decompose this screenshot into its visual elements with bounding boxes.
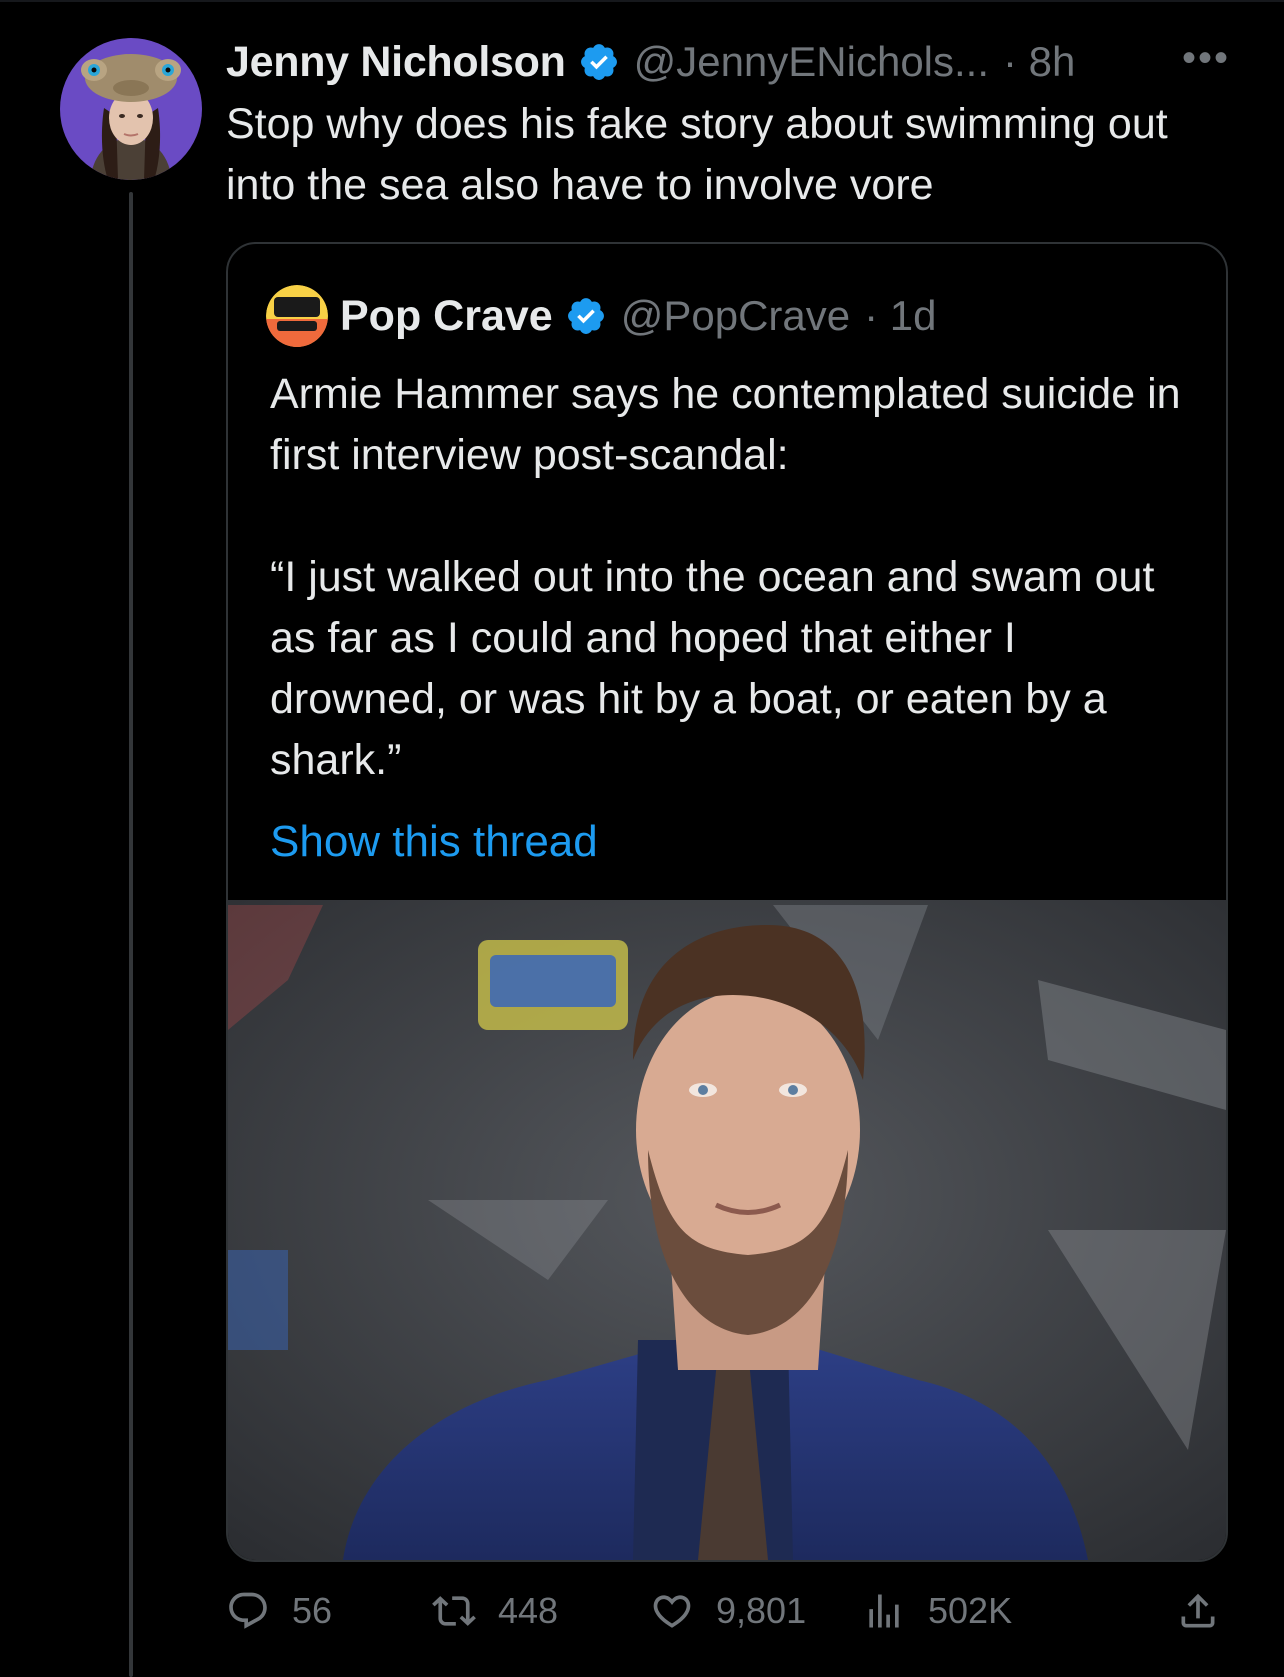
quoted-author-avatar[interactable] [266,285,328,347]
author-handle[interactable]: @JennyENichols... [634,38,989,86]
author-name[interactable]: Jenny Nicholson [226,38,566,87]
thread-line [129,192,133,1677]
quoted-tweet-header: Pop Crave @PopCrave · 1d [266,285,936,347]
views-icon [869,1594,899,1628]
like-count: 9,801 [716,1590,807,1631]
quoted-tweet-text: Armie Hammer says he contemplated suicid… [270,370,1181,784]
views-count: 502K [928,1590,1013,1631]
heart-icon [653,1595,691,1628]
author-avatar[interactable] [60,38,202,180]
quoted-author-handle[interactable]: @PopCrave [621,292,850,340]
tweet-header: Jenny Nicholson @JennyENichols... · 8h •… [226,34,1236,90]
top-divider [0,0,1284,2]
tweet-actions: 56 448 9,801 502K [226,1583,1236,1639]
reply-icon [229,1592,267,1629]
reply-count: 56 [292,1590,333,1631]
more-options-icon[interactable]: ••• [1182,36,1230,81]
reply-button[interactable]: 56 [226,1583,332,1639]
retweet-icon [432,1596,476,1626]
quoted-author-name[interactable]: Pop Crave [340,292,553,341]
verified-badge-icon [580,44,617,80]
tweet-time[interactable]: · 8h [1003,38,1075,86]
share-icon [1181,1593,1215,1628]
retweet-count: 448 [498,1590,559,1631]
quoted-tweet-card[interactable]: Pop Crave @PopCrave · 1d Armie Hammer sa… [226,242,1228,1562]
verified-badge-icon [567,298,604,334]
tweet-text: Stop why does his fake story about swimm… [226,100,1180,209]
share-button[interactable] [1176,1583,1242,1639]
like-button[interactable]: 9,801 [650,1583,806,1639]
views-button[interactable]: 502K [862,1583,1012,1639]
quoted-tweet-photo[interactable] [228,900,1226,1560]
show-thread-link[interactable]: Show this thread [270,817,598,867]
retweet-button[interactable]: 448 [432,1583,558,1639]
quoted-tweet-time[interactable]: · 1d [864,292,936,340]
